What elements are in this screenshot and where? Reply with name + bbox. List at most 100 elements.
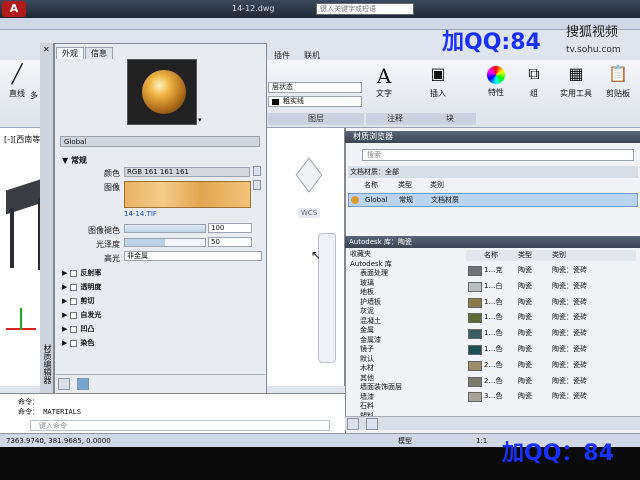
tree-item[interactable]: 其他 — [350, 374, 456, 384]
preview-options-arrow-icon[interactable]: ▾ — [198, 116, 202, 124]
wcs-label[interactable]: WCS — [298, 208, 321, 218]
column-category[interactable]: 类别 — [430, 180, 444, 190]
material-name-field[interactable]: Global — [60, 136, 260, 147]
group-label-annotate: 注释 — [366, 113, 424, 125]
tree-item[interactable]: 墙面装饰面层 — [350, 383, 456, 393]
browser-manage-icon[interactable] — [365, 418, 378, 430]
utilities-button[interactable]: ▦ 实用工具 — [558, 64, 594, 99]
annotation-scale[interactable]: 1:1 — [476, 434, 487, 448]
doc-material-row[interactable]: Global 常规 文档材质 — [348, 193, 638, 207]
library-cell-name: 3…色 — [484, 392, 503, 401]
section-checkbox[interactable] — [70, 339, 78, 347]
section-checkbox[interactable] — [70, 283, 78, 291]
library-row[interactable]: 1…色 陶瓷 陶瓷：瓷砖 — [466, 310, 636, 326]
library-row[interactable]: 1…克 陶瓷 陶瓷：瓷砖 — [466, 263, 636, 279]
line-button[interactable]: ╱ 直线 — [3, 64, 31, 99]
lib-column-category[interactable]: 类别 — [552, 250, 566, 260]
app-menu-button[interactable]: A — [2, 1, 26, 17]
insert-button[interactable]: ▣ 插入 — [424, 64, 452, 99]
highlight-dropdown[interactable]: 非金属 — [124, 251, 262, 261]
tree-item[interactable]: 石料 — [350, 402, 456, 412]
tree-item[interactable]: 默认 — [350, 355, 456, 365]
expand-down-icon: ▼ — [62, 156, 71, 165]
column-type[interactable]: 类型 — [398, 180, 412, 190]
tree-item[interactable]: 玻璃 — [350, 279, 456, 289]
image-fade-slider[interactable] — [124, 224, 206, 233]
text-button[interactable]: A 文字 — [370, 64, 398, 99]
section-reflectivity[interactable]: ▶ 反射率 — [62, 266, 258, 280]
tree-item[interactable]: 镜子 — [350, 345, 456, 355]
tree-item[interactable]: 金属 — [350, 326, 456, 336]
tree-item[interactable]: 混凝土 — [350, 317, 456, 327]
image-fade-value[interactable]: 100 — [208, 223, 252, 233]
layer-name-dropdown[interactable]: 粗实线 — [268, 96, 362, 107]
browser-search-input[interactable]: 搜索 — [362, 149, 634, 161]
library-row[interactable]: 1…白 陶瓷 陶瓷：瓷砖 — [466, 279, 636, 295]
section-bump[interactable]: ▶ 凹凸 — [62, 322, 258, 336]
library-cell-type: 陶瓷 — [518, 281, 532, 290]
clipboard-button[interactable]: 📋 剪贴板 — [600, 64, 636, 99]
tab-appearance[interactable]: 外观 — [56, 47, 84, 59]
color-label: 颜色 — [104, 169, 120, 178]
library-cell-name: 2…色 — [484, 376, 503, 385]
library-row[interactable]: 1…色 陶瓷 陶瓷：瓷砖 — [466, 295, 636, 311]
image-texture-thumbnail[interactable] — [124, 181, 251, 208]
tree-item[interactable]: 木材 — [350, 364, 456, 374]
section-checkbox[interactable] — [70, 297, 78, 305]
properties-button[interactable]: 特性 — [482, 64, 510, 98]
viewcube[interactable] — [295, 157, 323, 193]
library-row[interactable]: 2…色 陶瓷 陶瓷：瓷砖 — [466, 374, 636, 390]
viewport-label[interactable]: [-][西南等 — [4, 134, 40, 145]
tree-item[interactable]: 表面处理 — [350, 269, 456, 279]
section-cutouts[interactable]: ▶ 剪切 — [62, 294, 258, 308]
library-row[interactable]: 2…色 陶瓷 陶瓷：瓷砖 — [466, 358, 636, 374]
glossiness-slider[interactable] — [124, 238, 206, 247]
browser-options-icon[interactable] — [347, 418, 359, 430]
lib-column-name[interactable]: 名称 — [484, 250, 498, 260]
tree-item[interactable]: 墙漆 — [350, 393, 456, 403]
layer-state-dropdown[interactable]: 层状态 — [268, 82, 362, 93]
library-row[interactable]: 1…色 陶瓷 陶瓷：瓷砖 — [466, 326, 636, 342]
tab-information[interactable]: 信息 — [85, 47, 113, 59]
material-sections: ▶ 反射率 ▶ 透明度 ▶ 剪切 ▶ 自发光 ▶ 凹凸 ▶ 染色 — [62, 266, 258, 350]
library-row[interactable]: 3…色 陶瓷 陶瓷：瓷砖 — [466, 389, 636, 405]
create-material-icon[interactable] — [58, 378, 70, 390]
tree-item[interactable]: 灰泥 — [350, 307, 456, 317]
group-button[interactable]: ⧉ 组 — [520, 64, 548, 99]
library-list: 1…克 陶瓷 陶瓷：瓷砖 1…白 陶瓷 陶瓷：瓷砖 1…色 陶瓷 陶瓷：瓷砖 1…色 陶瓷 陶瓷：瓷砖… — [466, 263, 636, 405]
tree-item[interactable]: 收藏夹 — [350, 250, 456, 260]
section-tint[interactable]: ▶ 染色 — [62, 336, 258, 350]
multiline-label[interactable]: 多 — [30, 90, 38, 101]
material-editor-tabs: 外观 信息 — [56, 47, 114, 59]
material-editor-side-bar[interactable]: 材质编辑器 ✕ — [40, 43, 54, 394]
color-field[interactable]: RGB 161 161 161 — [124, 167, 250, 177]
help-search-input[interactable]: 键入关键字或短语 — [316, 3, 414, 15]
doc-materials-header: 文档材质：全部 — [348, 166, 638, 178]
model-button[interactable]: 模型 — [398, 434, 412, 448]
command-input[interactable]: 键入命令 — [30, 420, 330, 431]
tree-item[interactable]: 地板 — [350, 288, 456, 298]
section-checkbox[interactable] — [70, 269, 78, 277]
image-dropdown-icon[interactable] — [253, 180, 261, 190]
library-cell-category: 陶瓷：瓷砖 — [552, 376, 587, 385]
tree-item[interactable]: Autodesk 库 — [350, 260, 456, 270]
color-dropdown-icon[interactable] — [253, 166, 261, 176]
section-transparency[interactable]: ▶ 透明度 — [62, 280, 258, 294]
section-self-illumination[interactable]: ▶ 自发光 — [62, 308, 258, 322]
close-icon[interactable]: ✕ — [43, 45, 50, 54]
section-checkbox[interactable] — [70, 311, 78, 319]
material-preview[interactable] — [127, 59, 197, 125]
open-browser-icon[interactable] — [76, 378, 89, 390]
section-checkbox[interactable] — [70, 325, 78, 333]
column-name[interactable]: 名称 — [364, 180, 378, 190]
tree-item[interactable]: 护墙板 — [350, 298, 456, 308]
section-general-header[interactable]: ▼ 常规 — [62, 155, 87, 166]
library-cell-category: 陶瓷：瓷砖 — [552, 360, 587, 369]
glossiness-value[interactable]: 50 — [208, 237, 252, 247]
lib-column-type[interactable]: 类型 — [518, 250, 532, 260]
tree-item[interactable]: 金属漆 — [350, 336, 456, 346]
command-window[interactable]: 命令： 命令： MATERIALS 键入命令 — [0, 393, 345, 433]
image-file-link[interactable]: 14-14.TIF — [124, 210, 157, 218]
library-row[interactable]: 1…色 陶瓷 陶瓷：瓷砖 — [466, 342, 636, 358]
material-browser-title: 材质浏览器 — [345, 131, 640, 143]
